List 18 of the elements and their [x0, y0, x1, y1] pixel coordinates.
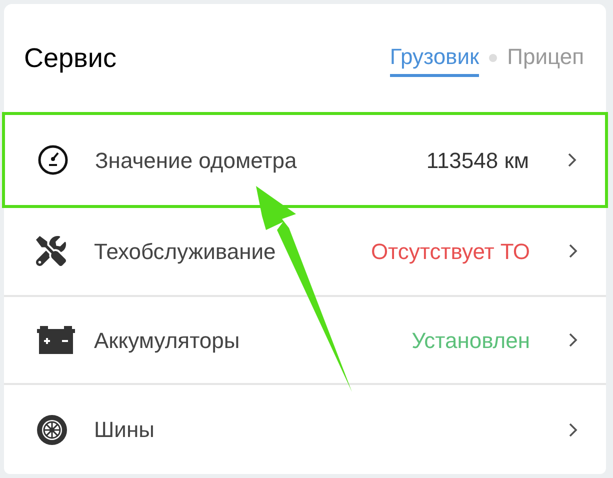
gauge-icon — [37, 144, 69, 176]
section-title: Сервис — [24, 42, 116, 75]
chevron-icon — [567, 152, 577, 168]
row-label: Значение одометра — [95, 146, 297, 175]
tools-icon — [36, 236, 66, 266]
service-row[interactable]: Шины — [4, 385, 606, 474]
service-row[interactable]: Значение одометра 113548 км — [2, 112, 608, 208]
row-label: Аккумуляторы — [94, 326, 240, 355]
row-label: Шины — [94, 416, 154, 444]
chevron-icon — [568, 243, 578, 260]
wheel-icon — [36, 414, 68, 446]
chevron-icon — [568, 332, 578, 348]
row-value: Установлен — [412, 326, 530, 355]
row-value: 113548 км — [426, 146, 529, 175]
chevron-icon — [568, 422, 578, 438]
battery-icon — [36, 325, 76, 356]
row-label: Техобслуживание — [94, 238, 276, 266]
row-value: Отсутствует ТО — [370, 238, 530, 266]
